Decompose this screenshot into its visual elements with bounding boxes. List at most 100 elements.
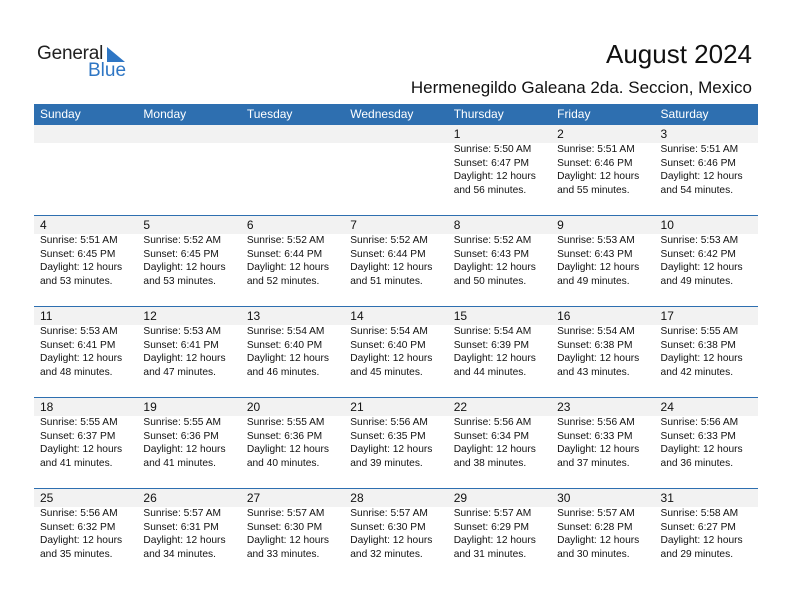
week-cells: 18 Sunrise: 5:55 AM Sunset: 6:37 PM Dayligh… bbox=[34, 398, 758, 470]
day-cell: 15 Sunrise: 5:54 AM Sunset: 6:39 PM Dayligh… bbox=[448, 307, 551, 379]
sunset-text: Sunset: 6:36 PM bbox=[143, 430, 219, 442]
day-cell: 20 Sunrise: 5:55 AM Sunset: 6:36 PM Dayligh… bbox=[241, 398, 344, 470]
sunrise-text: Sunrise: 5:54 AM bbox=[557, 326, 635, 337]
week-row: 1 Sunrise: 5:50 AM Sunset: 6:47 PM Daylight… bbox=[34, 125, 758, 215]
empty-day-cell bbox=[137, 125, 240, 197]
day-cell: 30 Sunrise: 5:57 AM Sunset: 6:28 PM Dayligh… bbox=[551, 489, 654, 561]
day-cell: 10 Sunrise: 5:53 AM Sunset: 6:42 PM Dayligh… bbox=[655, 216, 758, 288]
daylight-text: Daylight: 12 hours bbox=[453, 444, 536, 455]
day-cell: 14 Sunrise: 5:54 AM Sunset: 6:40 PM Dayligh… bbox=[344, 307, 447, 379]
week-cells: 1 Sunrise: 5:50 AM Sunset: 6:47 PM Daylight… bbox=[34, 125, 758, 197]
day-number: 22 bbox=[453, 400, 468, 414]
sunrise-text: Sunrise: 5:52 AM bbox=[246, 235, 325, 246]
day-number: 9 bbox=[557, 218, 564, 232]
daylight-minutes-text: and 43 minutes. bbox=[557, 366, 630, 378]
day-number: 11 bbox=[40, 309, 53, 323]
day-cell: 12 Sunrise: 5:53 AM Sunset: 6:41 PM Dayligh… bbox=[137, 307, 240, 379]
day-cell: 16 Sunrise: 5:54 AM Sunset: 6:38 PM Dayligh… bbox=[551, 307, 654, 379]
daylight-text: Daylight: 12 hours bbox=[660, 262, 743, 273]
daylight-minutes-text: and 52 minutes. bbox=[246, 275, 320, 287]
daylight-text: Daylight: 12 hours bbox=[350, 444, 433, 455]
daylight-minutes-text: and 49 minutes. bbox=[557, 275, 630, 287]
daylight-minutes-text: and 29 minutes. bbox=[660, 548, 734, 560]
sunrise-text: Sunrise: 5:53 AM bbox=[143, 326, 222, 337]
day-number: 21 bbox=[350, 400, 364, 414]
sunrise-text: Sunrise: 5:54 AM bbox=[453, 326, 532, 337]
daylight-minutes-text: and 44 minutes. bbox=[453, 366, 527, 378]
sunset-text: Sunset: 6:37 PM bbox=[40, 430, 116, 442]
daylight-minutes-text: and 47 minutes. bbox=[143, 366, 216, 378]
day-number: 4 bbox=[40, 218, 47, 232]
daylight-text: Daylight: 12 hours bbox=[350, 262, 433, 273]
sunset-text: Sunset: 6:46 PM bbox=[660, 157, 736, 169]
daylight-minutes-text: and 36 minutes. bbox=[660, 457, 734, 469]
sunrise-text: Sunrise: 5:57 AM bbox=[557, 508, 635, 519]
day-cell: 2 Sunrise: 5:51 AM Sunset: 6:46 PM Daylight… bbox=[551, 125, 654, 197]
day-number: 12 bbox=[143, 309, 157, 323]
weekday-sunday: Sunday bbox=[40, 107, 81, 121]
day-cell: 27 Sunrise: 5:57 AM Sunset: 6:30 PM Dayligh… bbox=[241, 489, 344, 561]
day-cell: 26 Sunrise: 5:57 AM Sunset: 6:31 PM Dayligh… bbox=[137, 489, 240, 561]
sunrise-text: Sunrise: 5:56 AM bbox=[660, 417, 739, 428]
day-number: 19 bbox=[143, 400, 157, 414]
sunrise-text: Sunrise: 5:58 AM bbox=[660, 508, 739, 519]
sunset-text: Sunset: 6:34 PM bbox=[453, 430, 530, 442]
day-cell: 5 Sunrise: 5:52 AM Sunset: 6:45 PM Daylight… bbox=[137, 216, 240, 288]
daylight-minutes-text: and 33 minutes. bbox=[246, 548, 320, 560]
daylight-minutes-text: and 35 minutes. bbox=[40, 548, 113, 560]
daylight-minutes-text: and 53 minutes. bbox=[40, 275, 113, 287]
daylight-text: Daylight: 12 hours bbox=[40, 262, 123, 273]
daylight-minutes-text: and 42 minutes. bbox=[660, 366, 734, 378]
sunset-text: Sunset: 6:38 PM bbox=[660, 339, 736, 351]
daylight-text: Daylight: 12 hours bbox=[143, 353, 226, 364]
week-row: 4 Sunrise: 5:51 AM Sunset: 6:45 PM Daylight… bbox=[34, 215, 758, 306]
daylight-minutes-text: and 49 minutes. bbox=[660, 275, 734, 287]
empty-day-cell bbox=[344, 125, 447, 197]
week-row: 25 Sunrise: 5:56 AM Sunset: 6:32 PM Dayligh… bbox=[34, 488, 758, 579]
daylight-text: Daylight: 12 hours bbox=[453, 353, 536, 364]
sunrise-text: Sunrise: 5:56 AM bbox=[453, 417, 532, 428]
daylight-text: Daylight: 12 hours bbox=[453, 262, 536, 273]
daylight-minutes-text: and 39 minutes. bbox=[350, 457, 423, 469]
daylight-minutes-text: and 53 minutes. bbox=[143, 275, 216, 287]
page-title: August 2024 bbox=[605, 39, 752, 69]
daylight-text: Daylight: 12 hours bbox=[453, 535, 536, 546]
sunset-text: Sunset: 6:32 PM bbox=[40, 521, 116, 533]
sunset-text: Sunset: 6:31 PM bbox=[143, 521, 219, 533]
day-number: 27 bbox=[246, 491, 261, 505]
day-number: 3 bbox=[660, 127, 668, 141]
day-cell: 22 Sunrise: 5:56 AM Sunset: 6:34 PM Dayligh… bbox=[448, 398, 551, 470]
daylight-minutes-text: and 56 minutes. bbox=[453, 184, 527, 196]
daylight-minutes-text: and 51 minutes. bbox=[350, 275, 423, 287]
day-number: 7 bbox=[350, 218, 357, 232]
weekday-saturday: Saturday bbox=[660, 107, 709, 121]
sunset-text: Sunset: 6:44 PM bbox=[246, 248, 323, 260]
daylight-minutes-text: and 38 minutes. bbox=[453, 457, 527, 469]
weekday-wednesday: Wednesday bbox=[350, 107, 414, 121]
empty-day-cell bbox=[241, 125, 344, 197]
sunrise-text: Sunrise: 5:52 AM bbox=[143, 235, 222, 246]
sunrise-text: Sunrise: 5:56 AM bbox=[557, 417, 635, 428]
sunrise-text: Sunrise: 5:57 AM bbox=[453, 508, 532, 519]
day-number: 25 bbox=[40, 491, 54, 505]
day-number: 28 bbox=[350, 491, 364, 505]
daylight-text: Daylight: 12 hours bbox=[453, 171, 536, 182]
day-cell: 19 Sunrise: 5:55 AM Sunset: 6:36 PM Dayligh… bbox=[137, 398, 240, 470]
sunrise-text: Sunrise: 5:56 AM bbox=[350, 417, 428, 428]
daylight-minutes-text: and 41 minutes. bbox=[143, 457, 216, 469]
sunset-text: Sunset: 6:41 PM bbox=[40, 339, 116, 351]
week-cells: 4 Sunrise: 5:51 AM Sunset: 6:45 PM Daylight… bbox=[34, 216, 758, 288]
day-number: 29 bbox=[453, 491, 468, 505]
day-cell: 13 Sunrise: 5:54 AM Sunset: 6:40 PM Dayligh… bbox=[241, 307, 344, 379]
sunrise-text: Sunrise: 5:52 AM bbox=[350, 235, 428, 246]
day-cell: 3 Sunrise: 5:51 AM Sunset: 6:46 PM Daylight… bbox=[655, 125, 758, 197]
sunrise-text: Sunrise: 5:53 AM bbox=[660, 235, 739, 246]
sunset-text: Sunset: 6:33 PM bbox=[557, 430, 633, 442]
day-cell: 23 Sunrise: 5:56 AM Sunset: 6:33 PM Dayligh… bbox=[551, 398, 654, 470]
day-number: 14 bbox=[350, 309, 364, 323]
daylight-minutes-text: and 46 minutes. bbox=[246, 366, 320, 378]
daylight-minutes-text: and 37 minutes. bbox=[557, 457, 630, 469]
sunset-text: Sunset: 6:45 PM bbox=[143, 248, 219, 260]
daylight-text: Daylight: 12 hours bbox=[660, 535, 743, 546]
day-cell: 29 Sunrise: 5:57 AM Sunset: 6:29 PM Dayligh… bbox=[448, 489, 551, 561]
